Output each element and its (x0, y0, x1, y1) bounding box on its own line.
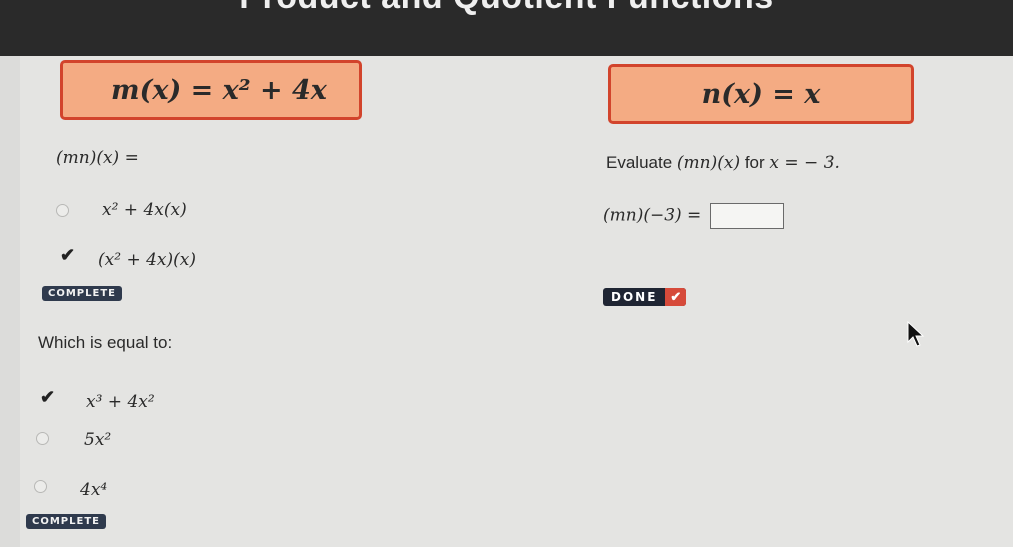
question1-option1-label[interactable]: x² + 4x(x) (102, 200, 187, 220)
content-panel (20, 56, 1013, 547)
question1-option1-radio[interactable] (56, 204, 69, 217)
done-label: DONE (611, 290, 658, 304)
page-title: Product and Quotient Functions (0, 0, 1013, 17)
question3-option3-radio[interactable] (34, 480, 47, 493)
done-badge: DONE ✔ (603, 288, 687, 306)
question1-prompt: (mn)(x) = (56, 148, 139, 168)
function-n-box: n(x) = x (608, 64, 914, 124)
mouse-cursor-icon (907, 320, 925, 347)
question2-prompt-cond: x = − 3. (769, 153, 840, 173)
checkmark-icon: ✔ (40, 387, 56, 407)
check-icon: ✔ (665, 288, 687, 306)
question2-equation: (mn)(−3) = (603, 203, 785, 229)
question2-prompt-prefix: Evaluate (606, 153, 673, 172)
complete-badge: COMPLETE (26, 514, 106, 529)
function-n-text: n(x) = x (701, 78, 821, 110)
complete-badge: COMPLETE (42, 286, 122, 301)
question3-prompt: Which is equal to: (38, 333, 173, 352)
title-bar: Product and Quotient Functions (0, 0, 1013, 56)
question3-option1-label[interactable]: x³ + 4x² (86, 392, 155, 412)
question2-prompt-expr: (mn)(x) (676, 153, 741, 173)
question1-option2-label[interactable]: (x² + 4x)(x) (98, 250, 196, 270)
answer-input[interactable] (710, 203, 785, 229)
question3-option2-label[interactable]: 5x² (84, 430, 111, 450)
question3-option3-label[interactable]: 4x⁴ (80, 480, 107, 500)
question3-option2-radio[interactable] (36, 432, 49, 445)
question2-equation-text: (mn)(−3) = (603, 205, 702, 226)
checkmark-icon: ✔ (60, 245, 76, 265)
question2-prompt: Evaluate (mn)(x) for x = − 3. (606, 153, 840, 173)
question2-prompt-for: for (744, 153, 765, 172)
function-m-text: m(x) = x² + 4x (111, 74, 327, 106)
function-m-box: m(x) = x² + 4x (60, 60, 362, 120)
